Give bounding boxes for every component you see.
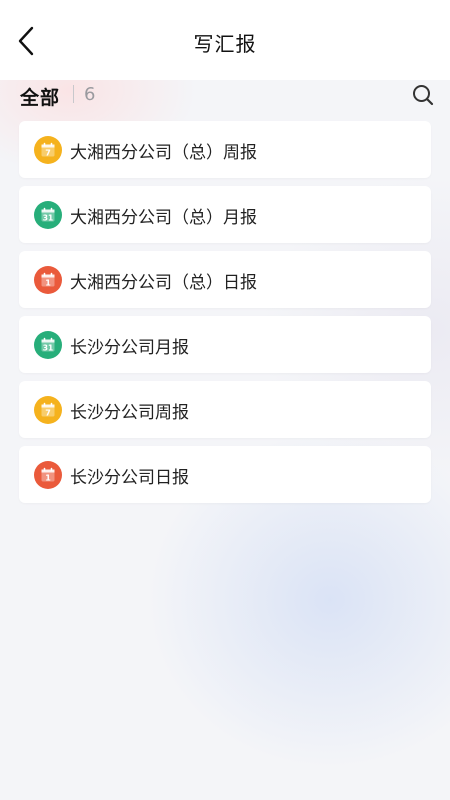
report-item[interactable]: 1 长沙分公司日报 — [19, 446, 431, 503]
report-item-label: 长沙分公司日报 — [70, 468, 189, 488]
calendar-icon-number: 1 — [45, 473, 51, 482]
filter-divider — [73, 85, 74, 103]
search-icon — [413, 85, 434, 106]
calendar-icon-number: 1 — [45, 278, 51, 287]
page-title: 写汇报 — [193, 32, 257, 56]
report-item[interactable]: 1 大湘西分公司（总）日报 — [19, 251, 431, 308]
report-item-label: 大湘西分公司（总）日报 — [70, 273, 257, 293]
calendar-month-icon: 31 — [34, 201, 62, 229]
report-item[interactable]: 7 大湘西分公司（总）周报 — [19, 121, 431, 178]
calendar-week-icon: 7 — [34, 396, 62, 424]
calendar-icon-number: 31 — [43, 343, 53, 352]
report-item-label: 大湘西分公司（总）周报 — [70, 143, 257, 163]
top-navigation-bar: 写汇报 — [0, 0, 450, 80]
calendar-icon-number: 7 — [45, 148, 51, 157]
search-button[interactable] — [410, 82, 436, 108]
filter-all-tab[interactable]: 全部 — [20, 83, 60, 110]
report-item[interactable]: 31 长沙分公司月报 — [19, 316, 431, 373]
calendar-month-icon: 31 — [34, 331, 62, 359]
filter-bar: 全部 6 — [0, 80, 450, 120]
report-item[interactable]: 31 大湘西分公司（总）月报 — [19, 186, 431, 243]
report-item-label: 大湘西分公司（总）月报 — [70, 208, 257, 228]
calendar-day-icon: 1 — [34, 461, 62, 489]
calendar-week-icon: 7 — [34, 136, 62, 164]
report-item[interactable]: 7 长沙分公司周报 — [19, 381, 431, 438]
calendar-icon-number: 7 — [45, 408, 51, 417]
report-count: 6 — [84, 84, 96, 105]
calendar-icon-number: 31 — [43, 213, 53, 222]
calendar-day-icon: 1 — [34, 266, 62, 294]
report-item-label: 长沙分公司月报 — [70, 338, 189, 358]
report-item-label: 长沙分公司周报 — [70, 403, 189, 423]
report-list: 7 大湘西分公司（总）周报 31 大湘西分公司（总）月报 1 大湘西分公司（总）… — [19, 121, 431, 511]
